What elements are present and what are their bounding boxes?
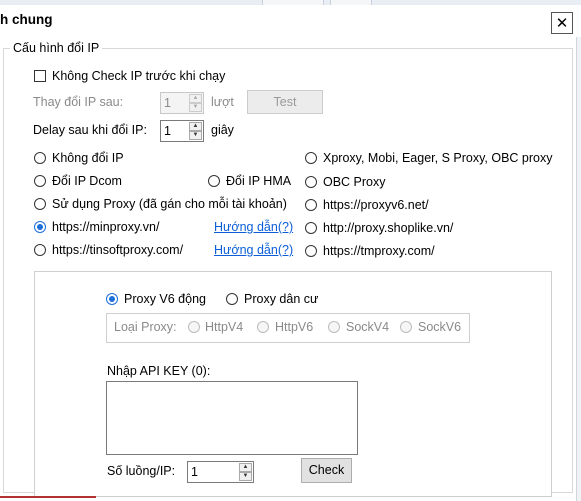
minproxy-guide-link[interactable]: Hướng dẫn(?) xyxy=(214,220,293,234)
radio-type-httpv4-label: HttpV4 xyxy=(205,320,244,334)
close-button[interactable]: ✕ xyxy=(551,12,573,34)
threads-per-ip-stepper[interactable]: 1 ▲ ▼ xyxy=(187,461,254,483)
radio-type-sockv6-label: SockV6 xyxy=(418,320,462,334)
delay-stepper[interactable]: 1 ▲ ▼ xyxy=(160,120,204,142)
delay-label: Delay sau khi đổi IP: xyxy=(33,123,147,137)
radio-type-httpv6-label: HttpV6 xyxy=(275,320,314,334)
change-after-stepper[interactable]: 1 ▲ ▼ xyxy=(160,92,204,114)
radio-tinsoft[interactable] xyxy=(34,244,46,256)
radio-proxyv6-label: https://proxyv6.net/ xyxy=(323,198,429,212)
no-check-ip-checkbox[interactable] xyxy=(34,70,46,82)
proxy-type-label: Loại Proxy: xyxy=(114,320,177,334)
radio-proxy-residential[interactable] xyxy=(226,293,238,305)
radio-type-sockv6[interactable] xyxy=(400,321,412,333)
spin-down-icon[interactable]: ▼ xyxy=(189,103,202,112)
threads-spin-buttons: ▲ ▼ xyxy=(239,463,252,481)
delay-value: 1 xyxy=(164,124,171,138)
radio-dcom[interactable] xyxy=(34,175,46,187)
api-key-textarea[interactable] xyxy=(106,381,358,455)
radio-obc-proxy-label: OBC Proxy xyxy=(323,175,386,189)
radio-minproxy-label: https://minproxy.vn/ xyxy=(52,220,160,234)
radio-proxy-v6-label: Proxy V6 động xyxy=(124,292,206,306)
radio-proxy-residential-label: Proxy dân cư xyxy=(244,292,319,306)
radio-tmproxy[interactable] xyxy=(305,245,317,257)
radio-no-change-ip[interactable] xyxy=(34,152,46,164)
radio-type-httpv4[interactable] xyxy=(188,321,200,333)
no-check-ip-label: Không Check IP trước khi chạy xyxy=(52,69,226,83)
ip-config-group-title: Cấu hình đổi IP xyxy=(10,41,103,55)
close-icon: ✕ xyxy=(555,14,569,32)
test-button[interactable]: Test xyxy=(247,90,323,114)
radio-proxy-v6[interactable] xyxy=(106,293,118,305)
dialog-titlebar xyxy=(0,5,581,37)
change-after-label: Thay đổi IP sau: xyxy=(33,95,124,109)
dialog-title: h chung xyxy=(0,12,53,27)
change-after-unit: lượt xyxy=(211,95,234,109)
radio-no-change-ip-label: Không đổi IP xyxy=(52,151,124,165)
radio-minproxy[interactable] xyxy=(34,221,46,233)
radio-obc-proxy[interactable] xyxy=(305,176,317,188)
radio-hma[interactable] xyxy=(208,175,220,187)
spin-up-icon[interactable]: ▲ xyxy=(189,122,202,131)
radio-shoplike[interactable] xyxy=(305,222,317,234)
spin-down-icon[interactable]: ▼ xyxy=(239,472,252,481)
delay-unit: giây xyxy=(211,123,234,137)
change-after-value: 1 xyxy=(164,96,171,110)
radio-type-sockv4[interactable] xyxy=(328,321,340,333)
change-after-spin-buttons: ▲ ▼ xyxy=(189,94,202,112)
threads-per-ip-value: 1 xyxy=(191,465,198,479)
radio-use-proxy[interactable] xyxy=(34,198,46,210)
background-window-edge xyxy=(576,37,581,501)
spin-down-icon[interactable]: ▼ xyxy=(189,131,202,140)
spin-up-icon[interactable]: ▲ xyxy=(189,94,202,103)
radio-proxyv6[interactable] xyxy=(305,199,317,211)
tinsoft-guide-link[interactable]: Hướng dẫn(?) xyxy=(214,243,293,257)
radio-dcom-label: Đổi IP Dcom xyxy=(52,174,122,188)
radio-hma-label: Đổi IP HMA xyxy=(226,174,292,188)
threads-per-ip-label: Số luồng/IP: xyxy=(107,464,176,478)
radio-type-sockv4-label: SockV4 xyxy=(346,320,390,334)
background-accent-line xyxy=(0,496,96,498)
radio-shoplike-label: http://proxy.shoplike.vn/ xyxy=(323,221,454,235)
api-key-label: Nhập API KEY (0): xyxy=(107,364,211,378)
radio-type-httpv6[interactable] xyxy=(257,321,269,333)
check-button[interactable]: Check xyxy=(301,458,352,483)
radio-tinsoft-label: https://tinsoftproxy.com/ xyxy=(52,243,184,257)
radio-use-proxy-label: Sử dụng Proxy (đã gán cho mỗi tài khoản) xyxy=(52,197,287,211)
radio-tmproxy-label: https://tmproxy.com/ xyxy=(323,244,435,258)
delay-spin-buttons: ▲ ▼ xyxy=(189,122,202,140)
radio-xproxy[interactable] xyxy=(305,152,317,164)
radio-xproxy-label: Xproxy, Mobi, Eager, S Proxy, OBC proxy xyxy=(323,151,553,165)
spin-up-icon[interactable]: ▲ xyxy=(239,463,252,472)
